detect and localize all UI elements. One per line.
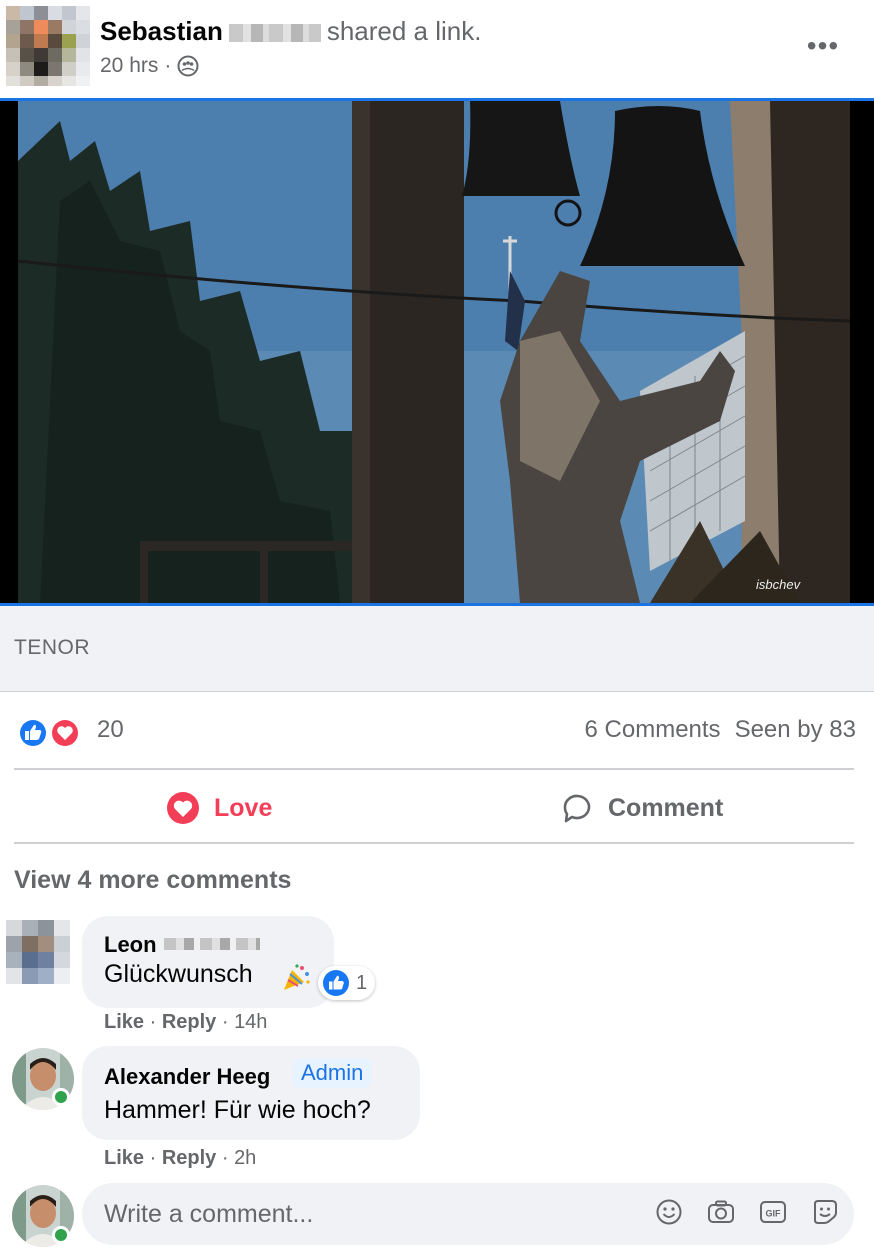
link-preview[interactable]: TENOR [0,606,874,692]
reaction-icons[interactable] [16,716,82,750]
reactions-summary: 20 6 Comments Seen by 83 [0,692,874,770]
post-time[interactable]: 20 hrs [100,52,158,80]
group-audience-icon[interactable] [177,55,199,77]
post-options-button[interactable]: ••• [800,28,846,64]
svg-text:GIF: GIF [766,1209,782,1219]
link-domain: TENOR [14,636,90,659]
author-name[interactable]: Sebastian [100,16,223,46]
online-status-dot [52,1088,70,1106]
divider [14,842,854,844]
redacted-surname [228,24,321,43]
comment-button[interactable]: Comment [560,788,723,828]
commenter-avatar[interactable] [6,920,70,984]
comment-time[interactable]: 2h [234,1147,256,1169]
meta-separator: · [164,54,172,77]
comment-time[interactable]: 14h [234,1011,267,1033]
watermark-label: isbchev [756,577,801,592]
comment-actions: Like · Reply · 2h [104,1147,256,1170]
bell-tower-scene [0,101,874,603]
like-icon [323,970,349,996]
comment-text: Hammer! Für wie hoch? [104,1096,371,1124]
commenter-name[interactable]: Leon [104,932,157,958]
author-line: Sebastian shared a link. [100,14,481,48]
dot-separator: · [221,1147,235,1169]
gif-media[interactable]: isbchev [0,98,874,606]
gif-icon[interactable]: GIF [758,1197,788,1227]
camera-icon[interactable] [706,1197,736,1227]
comment-reply-link[interactable]: Reply [162,1011,216,1033]
reaction-count[interactable]: 20 [97,716,124,744]
author-avatar[interactable] [6,6,90,86]
comment-reply-link[interactable]: Reply [162,1147,216,1169]
comment-text: Glückwunsch [104,960,253,988]
comment-composer[interactable]: Write a comment... GIF [82,1183,854,1245]
emoji-icon[interactable] [654,1197,684,1227]
seen-by-count[interactable]: Seen by 83 [735,716,856,744]
love-button[interactable]: Love [166,788,272,828]
dot-separator: · [221,1011,235,1033]
view-more-comments-link[interactable]: View 4 more comments [14,866,291,895]
composer-tools: GIF [654,1197,840,1227]
action-row: Love Comment [0,770,874,844]
comment-input-placeholder[interactable]: Write a comment... [104,1200,313,1229]
comment-bubble-icon [563,794,591,823]
commenter-name[interactable]: Alexander Heeg [104,1064,270,1090]
comment-like-link[interactable]: Like [104,1011,144,1033]
love-icon [167,792,199,824]
dot-separator: · [149,1011,162,1033]
post-stats: 6 Comments Seen by 83 [585,716,856,744]
online-status-dot [52,1226,70,1244]
comment-reaction-count: 1 [356,971,368,994]
sticker-icon[interactable] [810,1197,840,1227]
shared-text: shared a link. [326,16,482,46]
post-header: Sebastian shared a link. 20 hrs · ••• [0,0,874,98]
party-popper-icon [284,964,310,990]
comment-like-link[interactable]: Like [104,1147,144,1169]
redacted-surname [164,938,260,950]
love-label: Love [214,793,273,822]
comment-label: Comment [608,793,724,822]
post-meta: 20 hrs · [100,52,199,80]
dot-separator: · [149,1147,162,1169]
comments-count[interactable]: 6 Comments [585,716,721,744]
comment-reaction-chip[interactable]: 1 [318,966,376,1000]
admin-badge: Admin [293,1058,372,1088]
comment-actions: Like · Reply · 14h [104,1011,267,1034]
